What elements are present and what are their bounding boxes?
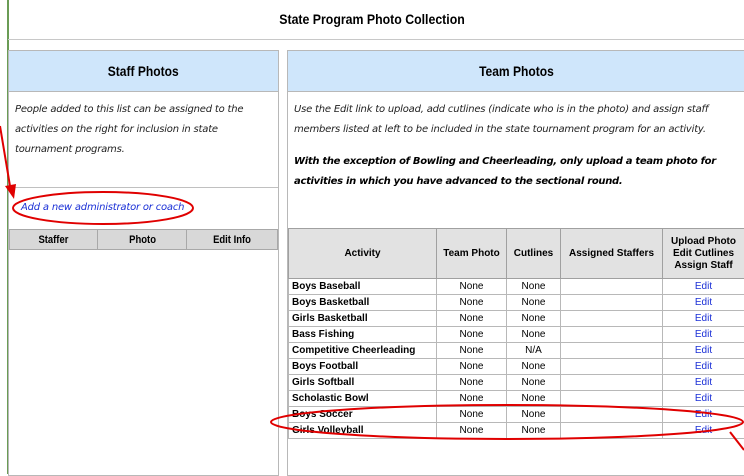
activity-cell: Boys Football (289, 359, 437, 375)
assigned-staffers-cell (561, 279, 663, 295)
staff-description: People added to this list can be assigne… (9, 92, 278, 160)
activity-cell: Girls Volleyball (289, 423, 437, 439)
assigned-staffers-cell (561, 343, 663, 359)
upload-header-line-1: Upload Photo (665, 236, 742, 248)
team-photo-column-header: Team Photo (437, 229, 507, 279)
page-title: State Program Photo Collection (45, 11, 700, 27)
staff-photos-heading: Staff Photos (108, 63, 179, 79)
table-row: Boys SoccerNoneNoneEdit (289, 407, 744, 423)
photo-column-header: Photo (98, 230, 186, 250)
assigned-staffers-cell (561, 327, 663, 343)
edit-info-column-header: Edit Info (186, 230, 277, 250)
edit-link[interactable]: Edit (663, 407, 744, 423)
team-photo-cell: None (437, 423, 507, 439)
assigned-staffers-cell (561, 311, 663, 327)
table-row: Boys BaseballNoneNoneEdit (289, 279, 744, 295)
table-row: Boys BasketballNoneNoneEdit (289, 295, 744, 311)
activity-cell: Competitive Cheerleading (289, 343, 437, 359)
activity-cell: Boys Basketball (289, 295, 437, 311)
team-photo-cell: None (437, 343, 507, 359)
cutlines-cell: None (507, 423, 561, 439)
cutlines-cell: None (507, 359, 561, 375)
team-photo-cell: None (437, 359, 507, 375)
team-photos-table: Activity Team Photo Cutlines Assigned St… (288, 228, 744, 439)
assigned-staffers-cell (561, 391, 663, 407)
table-row: Scholastic BowlNoneNoneEdit (289, 391, 744, 407)
edit-link[interactable]: Edit (663, 343, 744, 359)
cutlines-column-header: Cutlines (507, 229, 561, 279)
team-photos-heading: Team Photos (479, 63, 554, 79)
cutlines-cell: None (507, 327, 561, 343)
activity-cell: Scholastic Bowl (289, 391, 437, 407)
staff-photos-header: Staff Photos (9, 51, 278, 92)
edit-link[interactable]: Edit (663, 391, 744, 407)
table-row: Boys FootballNoneNoneEdit (289, 359, 744, 375)
team-photo-cell: None (437, 391, 507, 407)
table-row: Girls SoftballNoneNoneEdit (289, 375, 744, 391)
team-table-body: Boys BaseballNoneNoneEditBoys Basketball… (289, 279, 744, 439)
staff-table: Staffer Photo Edit Info (9, 229, 278, 250)
team-photo-cell: None (437, 375, 507, 391)
activity-cell: Girls Basketball (289, 311, 437, 327)
upload-column-header: Upload Photo Edit Cutlines Assign Staff (663, 229, 744, 279)
activity-cell: Girls Softball (289, 375, 437, 391)
title-divider (8, 39, 744, 40)
edit-link[interactable]: Edit (663, 423, 744, 439)
table-row: Competitive CheerleadingNoneN/A Edit (289, 343, 744, 359)
upload-header-line-3: Assign Staff (665, 260, 742, 272)
table-row: Bass FishingNoneNoneEdit (289, 327, 744, 343)
team-photo-cell: None (437, 295, 507, 311)
edit-link[interactable]: Edit (663, 327, 744, 343)
team-photo-cell: None (437, 311, 507, 327)
assigned-staffers-cell (561, 295, 663, 311)
assigned-staffers-column-header: Assigned Staffers (561, 229, 663, 279)
assigned-staffers-cell (561, 423, 663, 439)
team-photo-cell: None (437, 279, 507, 295)
staff-table-header-row: Staffer Photo Edit Info (10, 230, 278, 250)
cutlines-cell: None (507, 295, 561, 311)
edit-link[interactable]: Edit (663, 359, 744, 375)
add-administrator-link[interactable]: Add a new administrator or coach (21, 202, 184, 213)
activity-cell: Boys Soccer (289, 407, 437, 423)
team-notice: With the exception of Bowling and Cheerl… (288, 140, 744, 192)
activity-column-header: Activity (289, 229, 437, 279)
edit-link[interactable]: Edit (663, 279, 744, 295)
staff-divider (9, 187, 278, 188)
table-row: Girls VolleyballNoneNoneEdit (289, 423, 744, 439)
team-photo-cell: None (437, 327, 507, 343)
assigned-staffers-cell (561, 375, 663, 391)
cutlines-cell: None (507, 311, 561, 327)
assigned-staffers-cell (561, 407, 663, 423)
cutlines-cell: None (507, 279, 561, 295)
table-row: Girls BasketballNoneNoneEdit (289, 311, 744, 327)
upload-header-line-2: Edit Cutlines (665, 248, 742, 260)
cutlines-cell: None (507, 407, 561, 423)
cutlines-cell: None (507, 375, 561, 391)
cutlines-cell: None (507, 391, 561, 407)
edit-link[interactable]: Edit (663, 295, 744, 311)
team-table-header-row: Activity Team Photo Cutlines Assigned St… (289, 229, 744, 279)
staff-photos-panel: Staff Photos People added to this list c… (8, 50, 279, 476)
team-photos-header: Team Photos (288, 51, 744, 92)
team-photo-cell: None (437, 407, 507, 423)
team-instructions: Use the Edit link to upload, add cutline… (288, 92, 744, 140)
edit-link[interactable]: Edit (663, 311, 744, 327)
activity-cell: Bass Fishing (289, 327, 437, 343)
team-photos-panel: Team Photos Use the Edit link to upload,… (287, 50, 744, 476)
staffer-column-header: Staffer (10, 230, 98, 250)
edit-link[interactable]: Edit (663, 375, 744, 391)
activity-cell: Boys Baseball (289, 279, 437, 295)
assigned-staffers-cell (561, 359, 663, 375)
cutlines-cell: N/A (507, 343, 561, 359)
